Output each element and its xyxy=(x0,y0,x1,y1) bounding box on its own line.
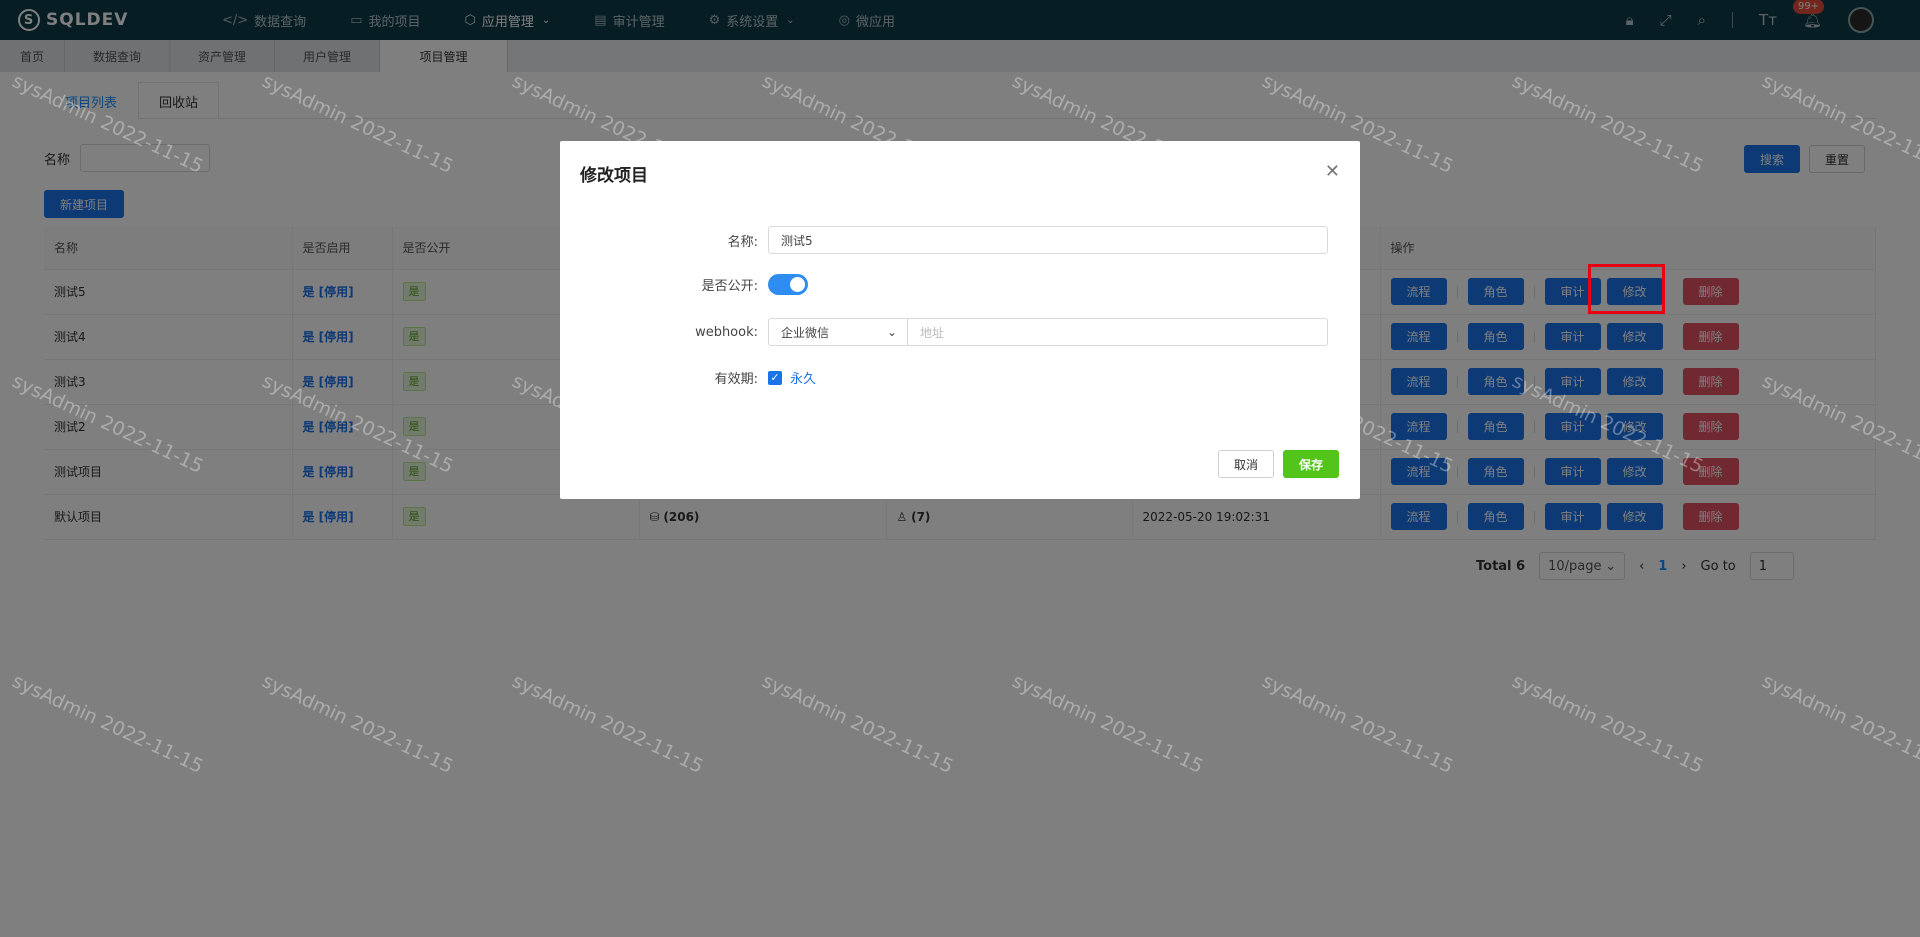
form-row-validity: 有效期: ✓ 永久 xyxy=(560,368,1360,387)
validity-label: 有效期: xyxy=(714,372,758,387)
dialog-title: 修改项目 xyxy=(580,166,648,186)
public-toggle[interactable] xyxy=(768,274,808,295)
form-row-name: 名称: 测试5 xyxy=(560,226,1360,254)
name-input[interactable]: 测试5 xyxy=(768,226,1328,254)
webhook-type-value: 企业微信 xyxy=(781,325,830,340)
name-label: 名称: xyxy=(727,234,758,250)
close-icon[interactable]: ✕ xyxy=(1325,161,1340,182)
toggle-knob xyxy=(790,277,805,292)
highlight-box xyxy=(1588,264,1665,314)
cancel-button[interactable]: 取消 xyxy=(1218,450,1274,478)
form-row-public: 是否公开: xyxy=(560,274,1360,295)
permanent-option[interactable]: 永久 xyxy=(790,368,816,387)
webhook-label: webhook: xyxy=(695,324,758,340)
chevron-down-icon: ⌄ xyxy=(886,325,897,339)
save-button[interactable]: 保存 xyxy=(1283,450,1339,478)
webhook-type-select[interactable]: 企业微信 ⌄ xyxy=(768,318,908,346)
public-label: 是否公开: xyxy=(701,279,758,294)
checkbox-icon[interactable]: ✓ xyxy=(768,370,782,385)
edit-project-dialog: 修改项目 ✕ 名称: 测试5 是否公开: webhook: 企业微信 ⌄ 地址 … xyxy=(560,141,1360,499)
webhook-url-input[interactable]: 地址 xyxy=(908,318,1328,346)
form-row-webhook: webhook: 企业微信 ⌄ 地址 xyxy=(560,318,1360,346)
